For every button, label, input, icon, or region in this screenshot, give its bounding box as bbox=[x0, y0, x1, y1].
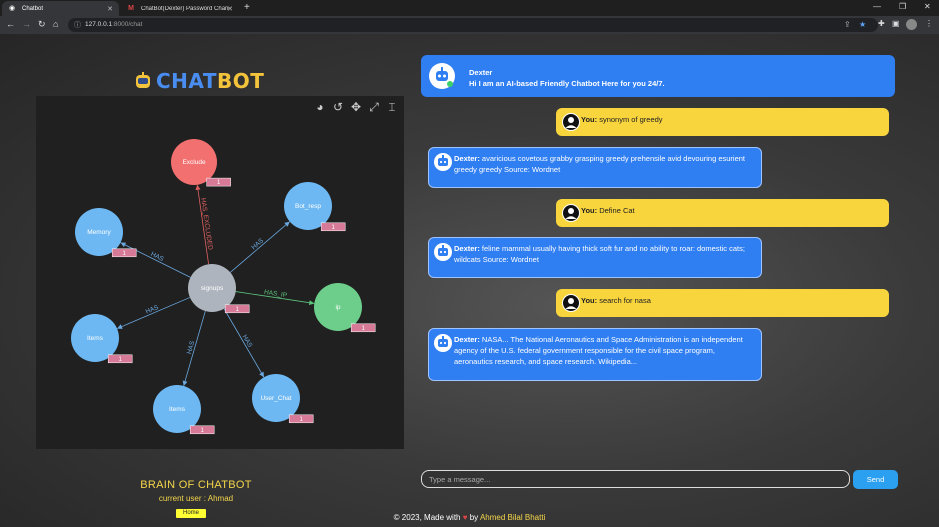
browser-tab-bar: ◉ Chatbot ✕ M ChatBot(Dexter) Password C… bbox=[0, 0, 939, 16]
node-label[interactable]: Items bbox=[87, 335, 104, 342]
message-bubble-bot: Dexter: avaricious covetous grabby grasp… bbox=[428, 147, 762, 188]
message-text: NASA... The National Aeronautics and Spa… bbox=[454, 335, 743, 366]
edge-items1 bbox=[116, 297, 191, 329]
current-user: current user : Ahmad bbox=[158, 494, 234, 503]
message-bubble-user: You: Define Cat bbox=[556, 199, 889, 227]
message-text: synonym of greedy bbox=[597, 115, 663, 124]
user-avatar-icon bbox=[562, 294, 580, 312]
bot-avatar bbox=[429, 63, 455, 89]
info-icon[interactable]: ⓘ bbox=[74, 20, 81, 30]
tab-password-change[interactable]: M ChatBot(Dexter) Password Chang ✕ bbox=[121, 1, 239, 16]
menu-icon[interactable]: ⋮ bbox=[925, 19, 933, 28]
edge-user_chat bbox=[223, 308, 265, 378]
close-window-icon[interactable]: ✕ bbox=[924, 2, 931, 11]
knowledge-graph[interactable]: HAS_EXCLUDED HASHASHAS_IPHASHAS HASExclude… bbox=[36, 96, 404, 449]
message-bubble-bot: Dexter: feline mammal usually having thi… bbox=[428, 237, 762, 278]
message-bubble-user: You: search for nasa bbox=[556, 289, 889, 317]
close-icon[interactable]: ✕ bbox=[107, 5, 113, 13]
sidebar-icon[interactable]: ▣ bbox=[892, 19, 900, 28]
node-label[interactable]: User_Chat bbox=[260, 395, 291, 402]
edge-label: HAS bbox=[150, 251, 166, 264]
bot-avatar-icon bbox=[434, 243, 452, 261]
brain-title: BRAIN OF CHATBOT bbox=[140, 479, 252, 491]
heart-icon: ♥ bbox=[462, 513, 468, 522]
edge-label: HAS_EXCLUDED bbox=[199, 198, 213, 251]
message-input[interactable] bbox=[421, 470, 850, 488]
share-icon[interactable]: ⇪ bbox=[844, 20, 851, 29]
minimize-icon[interactable]: — bbox=[873, 2, 881, 11]
bot-name: Dexter bbox=[469, 68, 493, 77]
edge-arrow-icon bbox=[308, 300, 315, 306]
profile-avatar[interactable] bbox=[906, 19, 917, 30]
close-icon[interactable]: ✕ bbox=[227, 5, 233, 13]
chatbot-logo: CHATBOT bbox=[134, 69, 264, 93]
logo-text: CHATBOT bbox=[156, 69, 265, 93]
extensions-icon[interactable]: ✚ bbox=[878, 19, 885, 28]
node-label[interactable]: signups bbox=[201, 285, 224, 292]
node-label[interactable]: Exclude bbox=[182, 159, 206, 166]
chatbot-intro-card: Dexter Hi I am an AI-based Friendly Chat… bbox=[421, 55, 895, 97]
message-bubble-user: You: synonym of greedy bbox=[556, 108, 889, 136]
node-label[interactable]: Items bbox=[169, 406, 186, 413]
bookmark-star-icon[interactable]: ★ bbox=[859, 20, 866, 29]
bot-avatar-icon bbox=[434, 334, 452, 352]
url-text: 127.0.0.1:8000/chat bbox=[85, 21, 143, 28]
edge-label: HAS bbox=[241, 334, 254, 350]
message-bubble-bot: Dexter: NASA... The National Aeronautics… bbox=[428, 328, 762, 381]
graph-panel[interactable]: ◕ ↺ ✥ ⤢ ⌶ HAS_EXCLUDED HAS HAS HAS_IP HAS HAS… bbox=[36, 96, 404, 449]
node-label[interactable]: ip bbox=[335, 304, 340, 311]
gmail-icon: M bbox=[128, 4, 134, 12]
tab-title: ChatBot(Dexter) Password Chang bbox=[141, 5, 229, 12]
browser-toolbar: ← → ↻ ⌂ ⓘ 127.0.0.1:8000/chat ⇪ ★ ✚ ▣ ⋮ bbox=[0, 16, 939, 34]
back-icon[interactable]: ← bbox=[6, 19, 15, 29]
message-text: feline mammal usually having thick soft … bbox=[454, 244, 745, 264]
address-bar[interactable]: ⓘ 127.0.0.1:8000/chat ⇪ ★ bbox=[68, 18, 878, 32]
chat-page: CHATBOT ◕ ↺ ✥ ⤢ ⌶ HAS_EXCLUDED HAS HAS HAS_… bbox=[0, 34, 939, 527]
user-avatar-icon bbox=[562, 204, 580, 222]
reload-icon[interactable]: ↻ bbox=[38, 19, 46, 30]
author-link[interactable]: Ahmed Bilal Bhatti bbox=[480, 513, 545, 522]
page-icon: ◉ bbox=[8, 4, 16, 12]
message-text: search for nasa bbox=[597, 296, 651, 305]
footer: © 2023, Made with ♥ by Ahmed Bilal Bhatt… bbox=[393, 513, 546, 522]
forward-icon[interactable]: → bbox=[22, 19, 31, 29]
message-text: avaricious covetous grabby grasping gree… bbox=[454, 154, 746, 174]
bot-avatar-icon bbox=[434, 153, 452, 171]
node-label[interactable]: Bot_resp bbox=[295, 203, 321, 210]
edge-arrow-icon bbox=[195, 184, 201, 191]
robot-icon bbox=[134, 72, 152, 90]
edge-arrow-icon bbox=[182, 380, 188, 386]
node-label[interactable]: Memory bbox=[87, 229, 111, 236]
send-button[interactable]: Send bbox=[853, 470, 898, 489]
edge-bot_resp bbox=[229, 221, 291, 273]
user-avatar-icon bbox=[562, 113, 580, 131]
new-tab-button[interactable]: + bbox=[244, 2, 250, 13]
tab-title: Chatbot bbox=[22, 5, 44, 12]
restore-icon[interactable]: ❐ bbox=[899, 2, 906, 11]
bot-intro-message: Hi I am an AI-based Friendly Chatbot Her… bbox=[469, 79, 665, 88]
tab-chatbot[interactable]: ◉ Chatbot ✕ bbox=[2, 1, 119, 16]
message-text: Define Cat bbox=[597, 206, 635, 215]
home-icon[interactable]: ⌂ bbox=[53, 19, 58, 29]
edge-memory bbox=[120, 242, 191, 278]
